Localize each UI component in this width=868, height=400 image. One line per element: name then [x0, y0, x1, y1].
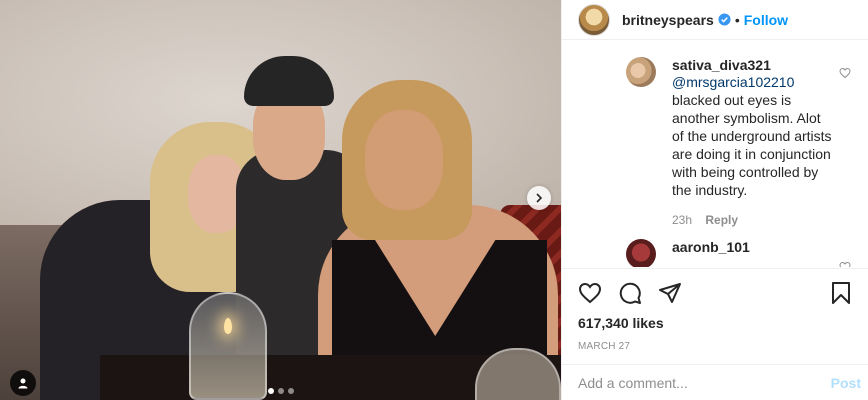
verified-badge-icon: [718, 13, 731, 26]
comment-username[interactable]: aaronb_101: [672, 239, 833, 255]
carousel-indicator: [268, 388, 294, 394]
user-icon: [18, 378, 28, 389]
comment-meta: 23h Reply: [672, 213, 833, 227]
author-avatar[interactable]: [578, 3, 610, 36]
comment-username[interactable]: sativa_diva321: [672, 57, 833, 73]
comment-text: @mrsgarcia102210 blacked out eyes is ano…: [672, 73, 832, 199]
bookmark-icon[interactable]: [829, 281, 853, 305]
likes-count[interactable]: 617,340 likes: [578, 315, 853, 331]
photo-person-right-face: [365, 110, 443, 210]
add-comment-bar: Post: [562, 364, 868, 400]
comments-list[interactable]: sativa_diva321 @mrsgarcia102210 blacked …: [562, 41, 868, 267]
comment-item: aaronb_101: [562, 239, 868, 267]
post-comment-button[interactable]: Post: [831, 375, 861, 391]
post-side-panel: britneyspears • Follow sativa_diva321 @m…: [561, 0, 868, 400]
post-photo[interactable]: [0, 0, 561, 400]
post-date[interactable]: MARCH 27: [578, 341, 853, 352]
like-comment-heart-icon[interactable]: [839, 261, 851, 267]
post-header: britneyspears • Follow: [562, 0, 868, 40]
reply-button[interactable]: Reply: [705, 213, 738, 227]
follow-button[interactable]: Follow: [744, 12, 788, 28]
like-heart-icon[interactable]: [578, 281, 602, 305]
photo-candle: [189, 292, 267, 400]
post-actions: 617,340 likes MARCH 27: [562, 268, 868, 352]
header-separator: •: [734, 11, 740, 28]
carousel-dot: [278, 388, 284, 394]
comment-item: sativa_diva321 @mrsgarcia102210 blacked …: [562, 57, 868, 227]
comment-input[interactable]: [578, 374, 831, 391]
comment-body: blacked out eyes is another symbolism. A…: [672, 92, 832, 198]
share-send-icon[interactable]: [658, 281, 682, 305]
tagged-users-button[interactable]: [10, 370, 36, 396]
carousel-dot: [268, 388, 274, 394]
chevron-right-icon: [536, 193, 543, 203]
comment-mention[interactable]: @mrsgarcia102210: [672, 74, 794, 90]
commenter-avatar[interactable]: [626, 239, 656, 267]
commenter-avatar[interactable]: [626, 57, 656, 87]
comment-time[interactable]: 23h: [672, 213, 692, 227]
carousel-dot: [288, 388, 294, 394]
author-username[interactable]: britneyspears: [622, 12, 714, 28]
like-comment-heart-icon[interactable]: [839, 67, 851, 79]
photo-candle-flame: [224, 318, 232, 334]
comment-bubble-icon[interactable]: [618, 281, 642, 305]
carousel-next-button[interactable]: [527, 186, 551, 210]
